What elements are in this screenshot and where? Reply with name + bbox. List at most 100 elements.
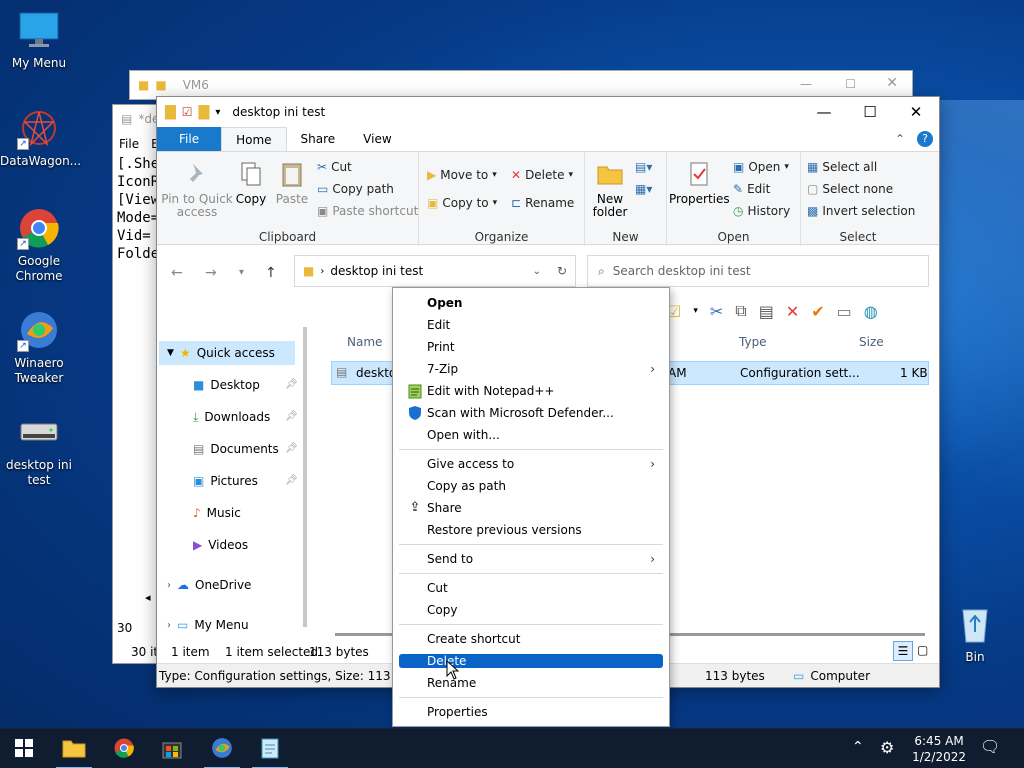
menu-item-copy-as-path[interactable]: Copy as path [399,475,663,497]
nav-pictures[interactable]: ▣ Pictures [193,469,258,493]
nav-quick-access[interactable]: ▼ ★ Quick access [159,341,295,365]
delete-button[interactable]: ✕ Delete ▾ [511,168,573,182]
menu-item-send-to[interactable]: Send to › [399,548,663,570]
nav-my-menu[interactable]: › ▭ My Menu [167,613,249,637]
desktop-icon-recycle-bin[interactable]: Bin [936,602,1014,665]
nav-videos[interactable]: ▶ Videos [193,533,248,557]
taskbar-notepad[interactable] [246,729,294,768]
nav-desktop[interactable]: ■ Desktop [193,373,260,397]
rename-button[interactable]: ⊏ Rename [511,196,574,210]
delete-x-icon[interactable]: ✕ [786,302,799,321]
rename-icon[interactable]: ▭ [837,302,852,321]
desktop-icon-my-menu[interactable]: My Menu [0,8,78,71]
taskbar-file-explorer[interactable] [50,729,98,768]
tab-share[interactable]: Share [287,127,350,151]
menu-item-rename[interactable]: Rename [399,672,663,694]
nav-downloads[interactable]: ⤓ Downloads [193,405,270,429]
select-all-button[interactable]: ▦ Select all [807,160,877,174]
select-none-button[interactable]: ▢ Select none [807,182,893,196]
history-button[interactable]: ◷ History [733,204,790,218]
forward-arrow-icon[interactable]: → [205,265,217,281]
maximize-button[interactable]: ☐ [847,97,893,127]
minimize-icon[interactable]: — [800,77,812,91]
menu-item-copy[interactable]: Copy [399,599,663,621]
taskbar-chrome[interactable] [100,729,148,768]
tab-view[interactable]: View [349,127,405,151]
invert-selection-button[interactable]: ▩ Invert selection [807,204,915,218]
new-folder-icon[interactable]: ▇ [199,104,210,120]
menu-item-scan-defender[interactable]: Scan with Microsoft Defender... [399,402,663,424]
chevron-down-icon[interactable]: ▾ [215,107,220,118]
system-clock[interactable]: 6:45 AM 1/2/2022 [912,733,966,765]
properties-icon[interactable]: ☑ [182,105,193,119]
column-size[interactable]: Size [859,335,884,349]
menu-item-notepadpp[interactable]: Edit with Notepad++ [399,380,663,402]
chevron-down-icon[interactable]: ▾ [693,306,698,316]
desktop-icon-winaero[interactable]: ↗ Winaero Tweaker [0,308,78,386]
menu-item-give-access[interactable]: Give access to › [399,453,663,475]
open-button[interactable]: ▣ Open ▾ [733,160,789,174]
nav-onedrive[interactable]: › ☁ OneDrive [167,573,251,597]
menu-item-open[interactable]: Open [399,292,663,314]
paste-shortcut-button[interactable]: ▣ Paste shortcut [317,204,418,218]
menu-item-create-shortcut[interactable]: Create shortcut [399,628,663,650]
edit-button[interactable]: ✎ Edit [733,182,770,196]
close-button[interactable]: ✕ [893,97,939,127]
new-item-icon[interactable]: ▤▾ [635,160,652,174]
cut-button[interactable]: ✂ Cut [317,160,352,174]
paste-button[interactable]: Paste [273,160,311,206]
chevron-up-icon[interactable]: ⌃ [852,739,864,755]
menu-item-properties[interactable]: Properties [399,701,663,723]
menu-item-print[interactable]: Print [399,336,663,358]
gear-icon[interactable]: ⚙ [880,738,894,757]
maximize-icon[interactable]: ☐ [845,77,856,91]
taskbar-store[interactable] [148,729,196,768]
tab-file[interactable]: File [157,127,222,151]
chevron-down-icon[interactable]: ⌄ [533,266,541,277]
copy-to-button[interactable]: ▣ Copy to ▾ [427,196,497,210]
menu-item-open-with[interactable]: Open with... [399,424,663,446]
minimize-button[interactable]: — [801,97,847,127]
checkmark-icon[interactable]: ✔ [811,302,824,321]
menu-item-delete[interactable]: Delete [399,654,663,668]
nav-scrollbar[interactable] [303,327,307,627]
taskbar-winaero[interactable] [198,729,246,768]
globe-icon[interactable]: ◍ [864,302,878,321]
nav-documents[interactable]: ▤ Documents [193,437,279,461]
address-bar[interactable]: ■ › desktop ini test ⌄ ↻ [294,255,576,287]
menu-item-share[interactable]: ⇪ Share [399,497,663,519]
up-arrow-icon[interactable]: ↑ [265,265,277,281]
recent-locations-icon[interactable]: ▾ [239,267,244,278]
menu-item-7zip[interactable]: 7-Zip › [399,358,663,380]
close-icon[interactable]: ✕ [886,75,898,91]
desktop-icon-datawagon[interactable]: ↗ DataWagon... [0,106,81,169]
copy-button[interactable]: Copy [233,160,269,206]
start-button[interactable] [0,729,48,768]
large-icons-view-icon[interactable]: ▢ [917,643,928,657]
help-button[interactable]: ? [911,127,939,151]
desktop-icon-desktop-ini-test[interactable]: desktop ini test [0,410,78,488]
back-arrow-icon[interactable]: ← [171,265,183,281]
clipboard-icon[interactable]: ▤ [759,302,774,321]
chevron-up-icon[interactable]: ⌃ [889,127,911,151]
new-folder-button[interactable]: New folder [589,160,631,219]
nav-music[interactable]: ♪ Music [193,501,241,525]
pin-to-quick-access-button[interactable]: Pin to Quick access [161,160,233,219]
column-type[interactable]: Type [739,335,767,349]
menu-file[interactable]: File [119,137,139,151]
menu-item-edit[interactable]: Edit [399,314,663,336]
refresh-icon[interactable]: ↻ [557,264,567,278]
menu-item-cut[interactable]: Cut [399,577,663,599]
scissors-icon[interactable]: ✂ [710,302,723,321]
copy-icon[interactable]: ⧉ [735,301,746,321]
tab-home[interactable]: Home [221,127,287,151]
menu-item-restore-versions[interactable]: Restore previous versions [399,519,663,541]
desktop-icon-chrome[interactable]: ↗ Google Chrome [0,206,78,284]
move-to-button[interactable]: ▶ Move to ▾ [427,168,497,182]
notepad-scroll-left-icon[interactable]: ◂ [145,591,151,604]
column-name[interactable]: Name [347,335,382,349]
search-input[interactable]: ⌕ Search desktop ini test [587,255,929,287]
notifications-icon[interactable]: 🗨︎ [980,737,1000,756]
copy-path-button[interactable]: ▭ Copy path [317,182,394,196]
properties-button[interactable]: Properties [669,160,730,206]
